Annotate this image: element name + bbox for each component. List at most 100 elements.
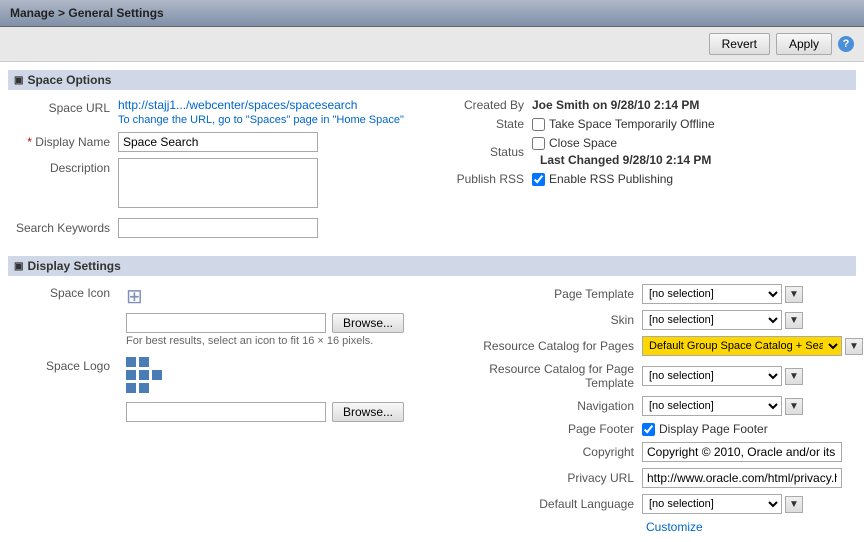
space-logo-group: Space Logo	[8, 357, 422, 422]
main-content: ▣ Space Options Space URL http://stajj1.…	[0, 62, 864, 542]
default-language-extra-arrow[interactable]: ▼	[785, 496, 803, 513]
page-template-label: Page Template	[442, 287, 642, 301]
space-options-right: Created By Joe Smith on 9/28/10 2:14 PM …	[432, 98, 856, 244]
customize-link[interactable]: Customize	[646, 520, 703, 534]
page-footer-checkbox[interactable]	[642, 423, 655, 436]
space-logo-label: Space Logo	[46, 359, 110, 373]
page-footer-checkbox-label: Display Page Footer	[659, 422, 768, 436]
page-footer-label: Page Footer	[442, 422, 642, 436]
space-url-note: To change the URL, go to "Spaces" page i…	[118, 114, 404, 126]
copyright-label: Copyright	[442, 445, 642, 459]
resource-catalog-pages-dropdown-group: Default Group Space Catalog + Search ▼	[642, 336, 863, 356]
skin-select[interactable]: [no selection]	[642, 310, 782, 330]
description-label: Description	[8, 158, 118, 175]
created-by-row: Created By Joe Smith on 9/28/10 2:14 PM	[442, 98, 856, 112]
navigation-select[interactable]: [no selection]	[642, 396, 782, 416]
display-name-label: Display Name	[8, 132, 118, 149]
page-template-dropdown-group: [no selection] ▼	[642, 284, 803, 304]
title-bar: Manage > General Settings	[0, 0, 864, 27]
display-settings-title: Display Settings	[27, 259, 120, 273]
space-icon-hint: For best results, select an icon to fit …	[126, 335, 422, 347]
customize-row: Customize	[642, 520, 856, 534]
space-icon-group: Space Icon ⊞ Browse... For best results,…	[8, 284, 422, 347]
resource-catalog-template-extra-arrow[interactable]: ▼	[785, 368, 803, 385]
page-template-select[interactable]: [no selection]	[642, 284, 782, 304]
navigation-dropdown-group: [no selection] ▼	[642, 396, 803, 416]
apply-button[interactable]: Apply	[776, 33, 832, 55]
copyright-input[interactable]	[642, 442, 842, 462]
space-icon-label: Space Icon	[50, 286, 110, 300]
page-template-row: Page Template [no selection] ▼	[442, 284, 856, 304]
section-collapse-icon[interactable]: ▣	[14, 75, 23, 86]
default-language-dropdown-group: [no selection] ▼	[642, 494, 803, 514]
default-language-select[interactable]: [no selection]	[642, 494, 782, 514]
resource-catalog-template-label: Resource Catalog for Page Template	[442, 362, 642, 390]
status-checkbox-label: Close Space	[549, 136, 617, 150]
description-input[interactable]	[118, 158, 318, 208]
state-row: State Take Space Temporarily Offline	[442, 117, 856, 131]
privacy-url-input[interactable]	[642, 468, 842, 488]
resource-catalog-pages-select[interactable]: Default Group Space Catalog + Search	[642, 336, 842, 356]
space-logo-browse-row: Browse...	[126, 402, 422, 422]
resource-catalog-pages-row: Resource Catalog for Pages Default Group…	[442, 336, 856, 356]
description-row: Description	[8, 158, 412, 208]
page-template-extra-arrow[interactable]: ▼	[785, 286, 803, 303]
status-checkbox[interactable]	[532, 137, 545, 150]
publish-rss-checkbox[interactable]	[532, 173, 545, 186]
status-label: Status	[442, 145, 532, 159]
space-icon-content: ⊞ Browse... For best results, select an …	[126, 284, 422, 347]
page-footer-checkbox-group: Display Page Footer	[642, 422, 768, 436]
skin-row: Skin [no selection] ▼	[442, 310, 856, 330]
resource-catalog-pages-label: Resource Catalog for Pages	[442, 339, 642, 353]
space-logo-svg	[126, 357, 162, 393]
revert-button[interactable]: Revert	[709, 33, 770, 55]
resource-catalog-pages-extra-arrow[interactable]: ▼	[845, 338, 863, 355]
space-logo-label-col: Space Logo	[8, 357, 118, 373]
resource-catalog-template-row: Resource Catalog for Page Template [no s…	[442, 362, 856, 390]
space-icon-browse-button[interactable]: Browse...	[332, 313, 404, 333]
space-options-left: Space URL http://stajj1.../webcenter/spa…	[8, 98, 432, 244]
space-icon-browse-row: Browse...	[126, 313, 422, 333]
space-url-value-group: http://stajj1.../webcenter/spaces/spaces…	[118, 98, 404, 126]
state-checkbox-label: Take Space Temporarily Offline	[549, 117, 715, 131]
created-by-label: Created By	[442, 98, 532, 112]
created-by-value: Joe Smith on 9/28/10 2:14 PM	[532, 98, 699, 112]
space-logo-browse-button[interactable]: Browse...	[332, 402, 404, 422]
display-left: Space Icon ⊞ Browse... For best results,…	[8, 284, 432, 534]
display-settings-body: Space Icon ⊞ Browse... For best results,…	[8, 284, 856, 534]
display-right: Page Template [no selection] ▼ Skin [no …	[432, 284, 856, 534]
navigation-label: Navigation	[442, 399, 642, 413]
skin-label: Skin	[442, 313, 642, 327]
search-keywords-row: Search Keywords	[8, 218, 412, 238]
display-name-input[interactable]	[118, 132, 318, 152]
status-checkbox-group: Close Space	[532, 136, 711, 150]
breadcrumb: Manage > General Settings	[10, 6, 164, 20]
space-url-label: Space URL	[8, 98, 118, 115]
space-options-title: Space Options	[27, 73, 111, 87]
publish-rss-label: Publish RSS	[442, 172, 532, 186]
skin-extra-arrow[interactable]: ▼	[785, 312, 803, 329]
state-checkbox-group: Take Space Temporarily Offline	[532, 117, 715, 131]
last-changed-text: Last Changed 9/28/10 2:14 PM	[540, 153, 711, 167]
state-checkbox[interactable]	[532, 118, 545, 131]
space-logo-content: Browse...	[126, 357, 422, 422]
skin-dropdown-group: [no selection] ▼	[642, 310, 803, 330]
space-logo-path-input[interactable]	[126, 402, 326, 422]
space-options-header: ▣ Space Options	[8, 70, 856, 90]
navigation-extra-arrow[interactable]: ▼	[785, 398, 803, 415]
publish-rss-row: Publish RSS Enable RSS Publishing	[442, 172, 856, 186]
publish-rss-checkbox-label: Enable RSS Publishing	[549, 172, 673, 186]
display-settings-header: ▣ Display Settings	[8, 256, 856, 276]
search-keywords-input[interactable]	[118, 218, 318, 238]
publish-rss-checkbox-group: Enable RSS Publishing	[532, 172, 673, 186]
space-icon-path-input[interactable]	[126, 313, 326, 333]
resource-catalog-template-dropdown-group: [no selection] ▼	[642, 366, 803, 386]
resource-catalog-template-select[interactable]: [no selection]	[642, 366, 782, 386]
state-label: State	[442, 117, 532, 131]
space-url-link[interactable]: http://stajj1.../webcenter/spaces/spaces…	[118, 98, 357, 112]
display-section-collapse-icon[interactable]: ▣	[14, 261, 23, 272]
help-icon[interactable]: ?	[838, 36, 854, 52]
status-row: Status Close Space Last Changed 9/28/10 …	[442, 136, 856, 167]
navigation-row: Navigation [no selection] ▼	[442, 396, 856, 416]
search-keywords-label: Search Keywords	[8, 218, 118, 235]
